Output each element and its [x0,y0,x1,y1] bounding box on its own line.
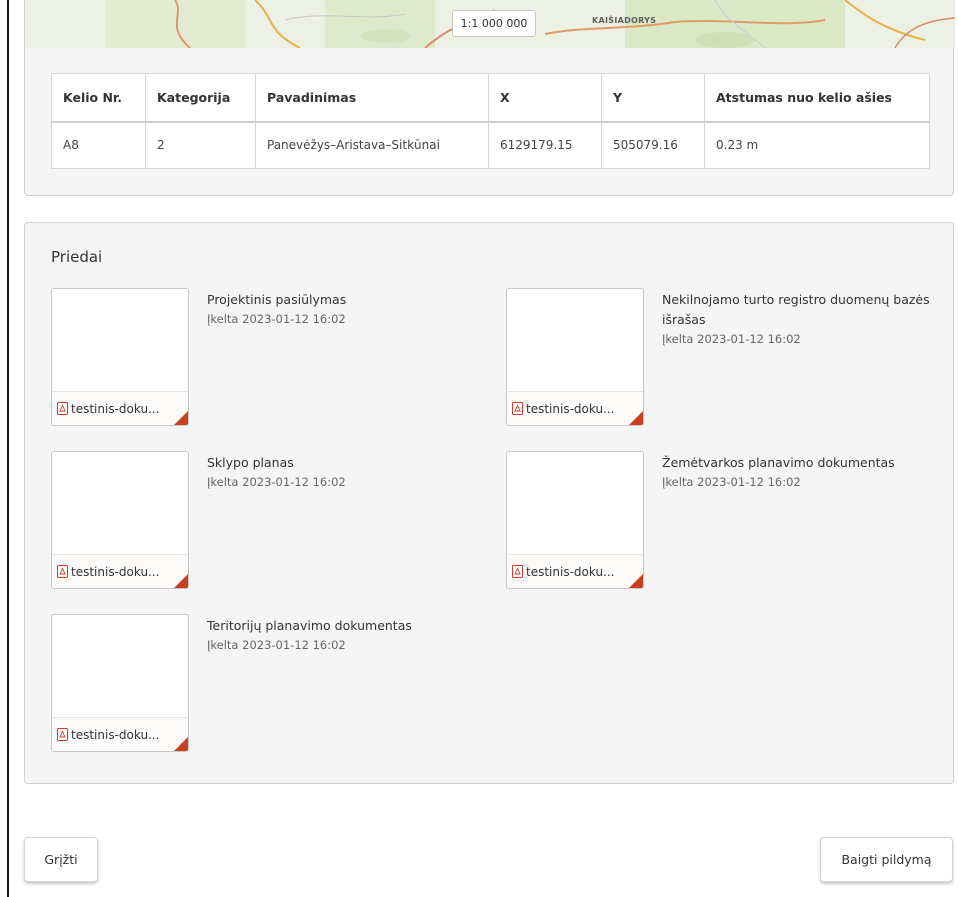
attachment-file-name: testinis-doku... [71,401,160,416]
table-header-row: Kelio Nr. Kategorija Pavadinimas X Y Ats… [51,73,930,123]
table-cell: 6129179.15 [488,121,602,169]
attachment-date: Įkelta 2023-01-12 16:02 [207,638,346,652]
table-cell: Panevėžys–Aristava–Sitkūnai [255,121,489,169]
attachment-info: Teritorijų planavimo dokumentas Įkelta 2… [207,616,477,654]
attachment-file-name: testinis-doku... [71,727,160,742]
attachment-info: Sklypo planas Įkelta 2023-01-12 16:02 [207,453,477,491]
attachment-thumbnail[interactable]: testinis-doku... [51,614,189,752]
attachment-thumbnail[interactable]: testinis-doku... [506,451,644,589]
column-header: Kategorija [145,73,256,123]
table-row: A8 2 Panevėžys–Aristava–Sitkūnai 6129179… [51,121,930,169]
attachment-name: Nekilnojamo turto registro duomenų bazės… [662,292,930,327]
file-corner-marker [174,737,188,751]
table-cell: 2 [145,121,256,169]
attachment-thumbnail[interactable]: testinis-doku... [51,288,189,426]
file-corner-marker [629,411,643,425]
column-header: Atstumas nuo kelio ašies [704,73,930,123]
attachment-info: Projektinis pasiūlymas Įkelta 2023-01-12… [207,290,477,328]
attachment-name: Žemėtvarkos planavimo dokumentas [662,455,895,470]
attachment-name: Projektinis pasiūlymas [207,292,347,307]
column-header: X [488,73,602,123]
attachment-date: Įkelta 2023-01-12 16:02 [207,475,346,489]
attachment-file-name: testinis-doku... [526,401,615,416]
back-button[interactable]: Grįžti [24,837,98,882]
attachment-date: Įkelta 2023-01-12 16:02 [662,332,801,346]
attachments-title: Priedai [51,248,103,266]
column-header: Y [601,73,705,123]
map-scale: 1:1 000 000 [452,10,536,37]
attachment-file[interactable]: testinis-doku... [52,717,188,751]
finish-button[interactable]: Baigti pildymą [820,837,953,882]
attachments-card: Priedai testinis-doku... Projektinis pas… [24,222,954,784]
attachment-file[interactable]: testinis-doku... [52,391,188,425]
attachment-item: testinis-doku... Projektinis pasiūlymas … [51,288,491,428]
table-cell: A8 [51,121,146,169]
road-info-table: Kelio Nr. Kategorija Pavadinimas X Y Ats… [51,73,930,169]
attachment-name: Teritorijų planavimo dokumentas [207,618,412,633]
file-corner-marker [174,411,188,425]
map-info-card: 1:1 000 000 KAIŠIADORYS Kelio Nr. Katego… [24,0,955,196]
attachment-thumbnail[interactable]: testinis-doku... [51,451,189,589]
attachment-file-name: testinis-doku... [526,564,615,579]
attachment-name: Sklypo planas [207,455,294,470]
attachment-file[interactable]: testinis-doku... [507,554,643,588]
file-corner-marker [629,574,643,588]
attachment-file[interactable]: testinis-doku... [507,391,643,425]
attachment-item: testinis-doku... Nekilnojamo turto regis… [506,288,946,428]
pdf-icon [512,402,523,415]
column-header: Pavadinimas [255,73,489,123]
pdf-icon [512,565,523,578]
attachment-date: Įkelta 2023-01-12 16:02 [662,475,801,489]
attachment-date: Įkelta 2023-01-12 16:02 [207,312,346,326]
attachment-info: Žemėtvarkos planavimo dokumentas Įkelta … [662,453,934,491]
attachment-item: testinis-doku... Teritorijų planavimo do… [51,614,491,754]
pdf-icon [57,402,68,415]
map-preview[interactable]: 1:1 000 000 KAIŠIADORYS [25,0,955,48]
table-cell: 505079.16 [601,121,705,169]
attachment-item: testinis-doku... Žemėtvarkos planavimo d… [506,451,946,591]
pdf-icon [57,565,68,578]
pdf-icon [57,728,68,741]
file-corner-marker [174,574,188,588]
attachment-file-name: testinis-doku... [71,564,160,579]
attachment-file[interactable]: testinis-doku... [52,554,188,588]
map-city-label: KAIŠIADORYS [592,16,657,25]
attachment-info: Nekilnojamo turto registro duomenų bazės… [662,290,934,348]
column-header: Kelio Nr. [51,73,146,123]
table-cell: 0.23 m [704,121,930,169]
attachment-item: testinis-doku... Sklypo planas Įkelta 20… [51,451,491,591]
attachment-thumbnail[interactable]: testinis-doku... [506,288,644,426]
